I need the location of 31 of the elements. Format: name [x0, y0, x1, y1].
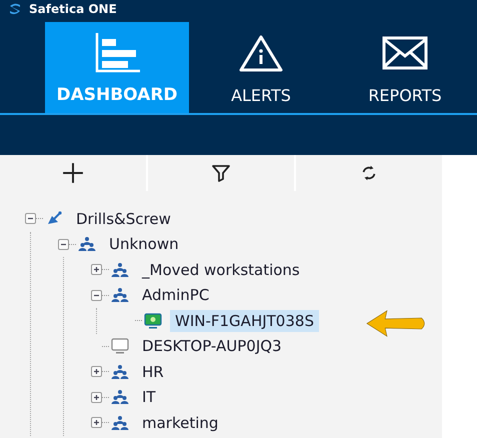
tree-item[interactable]: IT — [137, 386, 161, 408]
expand-toggle[interactable] — [91, 366, 102, 378]
nav-tab[interactable]: REPORTS — [333, 22, 477, 113]
people-icon — [111, 388, 129, 406]
collapse-toggle[interactable] — [91, 290, 102, 301]
people-icon — [111, 286, 129, 304]
people-icon — [111, 260, 129, 279]
tree-item[interactable]: HR — [137, 360, 169, 383]
tree-item[interactable]: marketing — [137, 412, 224, 434]
people-icon — [111, 414, 129, 432]
bar-chart-icon — [94, 33, 140, 73]
logo-icon — [8, 3, 22, 15]
expand-toggle[interactable] — [91, 417, 102, 428]
warning-icon — [238, 34, 284, 74]
expand-toggle[interactable] — [91, 392, 102, 403]
tree-item[interactable]: _Moved workstations — [137, 258, 305, 281]
window-title: Safetica ONE — [29, 2, 117, 16]
tree-item[interactable]: DESKTOP-AUP0JQ3 — [137, 335, 287, 358]
nav-tab[interactable]: ALERTS — [189, 22, 333, 113]
people-icon — [111, 362, 129, 381]
tree-item[interactable]: Drills&Screw — [71, 208, 176, 230]
filter-icon — [211, 163, 231, 183]
refresh-icon — [360, 164, 378, 182]
tree-item[interactable]: WIN-F1GAHJT038S — [170, 310, 319, 332]
people-icon — [78, 235, 96, 254]
expand-toggle[interactable] — [91, 264, 102, 276]
tree-item[interactable]: AdminPC — [137, 284, 214, 306]
collapse-toggle[interactable] — [58, 238, 69, 250]
collapse-toggle[interactable] — [25, 213, 36, 224]
plus-icon — [62, 162, 84, 184]
tree-item[interactable]: Unknown — [104, 233, 184, 256]
